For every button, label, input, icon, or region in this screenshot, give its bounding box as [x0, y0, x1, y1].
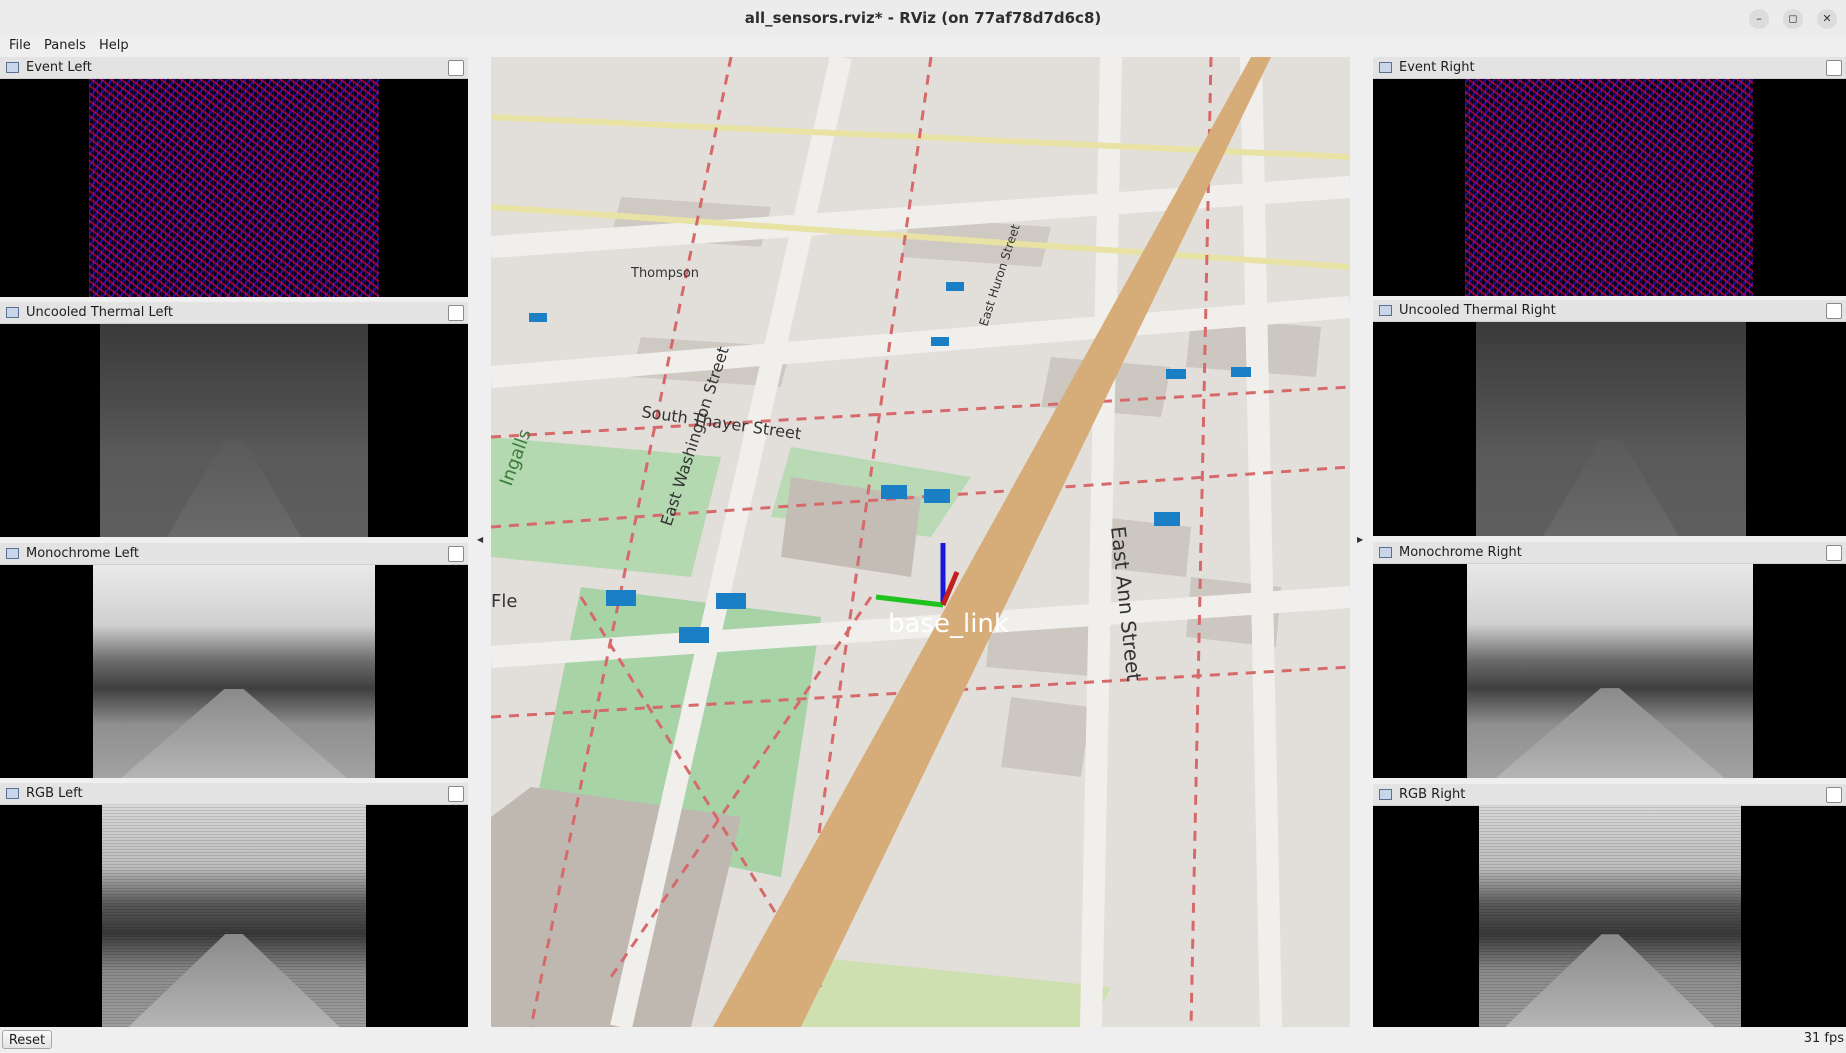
window-title: all_sensors.rviz* - RViz (on 77af78d7d6c… [744, 9, 1102, 27]
3d-viewport[interactable]: South Thayer Street East Washington Stre… [491, 57, 1350, 1027]
float-checkbox[interactable] [1826, 787, 1842, 803]
panel-header[interactable]: Event Left [0, 57, 468, 79]
panel-header[interactable]: Monochrome Right [1373, 542, 1846, 564]
float-checkbox[interactable] [448, 786, 464, 802]
panel-header[interactable]: Uncooled Thermal Right [1373, 300, 1846, 322]
float-checkbox[interactable] [448, 305, 464, 321]
float-checkbox[interactable] [1826, 303, 1842, 319]
rgb-image-right [1479, 806, 1741, 1027]
panel-title: Uncooled Thermal Left [26, 305, 173, 320]
menubar: File Panels Help [0, 37, 1846, 57]
panel-title: Event Left [26, 60, 92, 75]
fps-readout: 31 fps [1803, 1031, 1844, 1046]
menu-file[interactable]: File [9, 38, 31, 53]
panel-title: RGB Right [1399, 787, 1466, 802]
thermal-image-left [100, 324, 368, 537]
close-icon[interactable]: ✕ [1817, 9, 1837, 29]
float-checkbox[interactable] [1826, 60, 1842, 76]
statusbar: Reset 31 fps [0, 1027, 1846, 1053]
window-titlebar: all_sensors.rviz* - RViz (on 77af78d7d6c… [0, 0, 1846, 38]
panel-monochrome-right: Monochrome Right [1373, 542, 1846, 778]
right-splitter[interactable]: ▶ [1351, 57, 1373, 1027]
panel-header[interactable]: Monochrome Left [0, 543, 468, 565]
panel-image-icon [6, 548, 19, 559]
panel-thermal-left: Uncooled Thermal Left [0, 302, 468, 537]
float-checkbox[interactable] [448, 546, 464, 562]
menu-panels[interactable]: Panels [44, 38, 86, 53]
float-checkbox[interactable] [1826, 545, 1842, 561]
menu-help[interactable]: Help [99, 38, 129, 53]
panel-title: Monochrome Right [1399, 545, 1522, 560]
minimize-icon[interactable]: – [1749, 9, 1769, 29]
street-label: Thompson [630, 266, 699, 281]
panel-header[interactable]: RGB Right [1373, 784, 1846, 806]
panel-header[interactable]: Event Right [1373, 57, 1846, 79]
panel-title: RGB Left [26, 786, 83, 801]
panel-image-icon [6, 62, 19, 73]
restore-icon[interactable]: ◻ [1783, 9, 1803, 29]
rgb-image-left [102, 805, 366, 1027]
panel-title: Monochrome Left [26, 546, 140, 561]
panel-event-left: Event Left [0, 57, 468, 297]
float-checkbox[interactable] [448, 60, 464, 76]
event-image-left [89, 79, 379, 297]
panel-image-icon [6, 788, 19, 799]
collapse-left-icon[interactable]: ◀ [477, 535, 483, 544]
panel-title: Event Right [1399, 60, 1475, 75]
collapse-right-icon[interactable]: ▶ [1357, 535, 1363, 544]
panel-image-icon [1379, 547, 1392, 558]
map-render: South Thayer Street East Washington Stre… [491, 57, 1350, 1027]
reset-button[interactable]: Reset [2, 1030, 52, 1049]
panel-title: Uncooled Thermal Right [1399, 303, 1556, 318]
panel-header[interactable]: Uncooled Thermal Left [0, 302, 468, 324]
monochrome-image-right [1467, 564, 1753, 778]
panel-event-right: Event Right [1373, 57, 1846, 296]
frame-label: base_link [888, 609, 1009, 639]
panel-rgb-right: RGB Right [1373, 784, 1846, 1027]
panel-image-icon [1379, 305, 1392, 316]
monochrome-image-left [93, 565, 375, 778]
street-label: Fle [491, 591, 517, 612]
panel-image-icon [1379, 789, 1392, 800]
left-splitter[interactable]: ◀ [469, 57, 491, 1027]
panel-image-icon [6, 307, 19, 318]
panel-thermal-right: Uncooled Thermal Right [1373, 300, 1846, 536]
panel-rgb-left: RGB Left [0, 783, 468, 1027]
panel-header[interactable]: RGB Left [0, 783, 468, 805]
thermal-image-right [1476, 322, 1746, 536]
event-image-right [1465, 79, 1753, 296]
panel-monochrome-left: Monochrome Left [0, 543, 468, 778]
panel-image-icon [1379, 62, 1392, 73]
